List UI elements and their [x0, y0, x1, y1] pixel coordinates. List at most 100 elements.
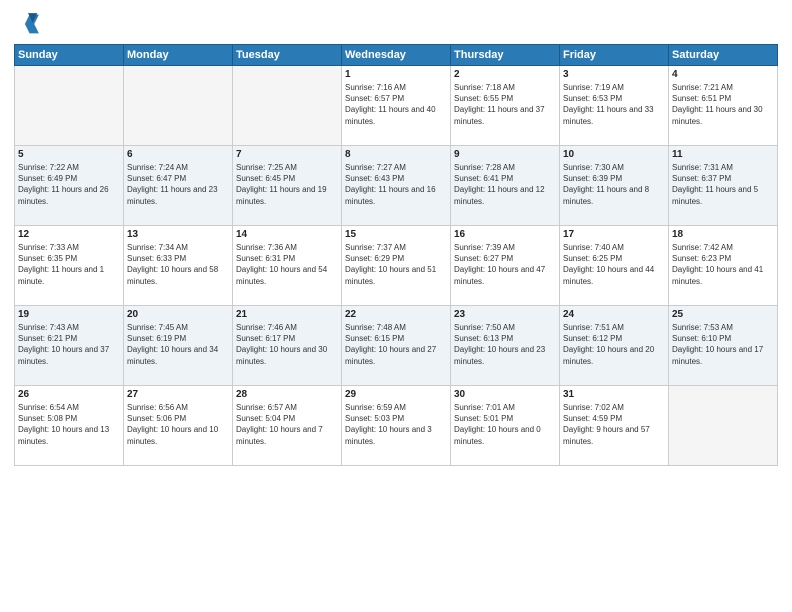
day-info: Sunrise: 7:22 AM Sunset: 6:49 PM Dayligh… — [18, 162, 120, 207]
calendar-cell — [15, 66, 124, 146]
weekday-header-wednesday: Wednesday — [342, 45, 451, 66]
day-info: Sunrise: 7:27 AM Sunset: 6:43 PM Dayligh… — [345, 162, 447, 207]
day-info: Sunrise: 7:28 AM Sunset: 6:41 PM Dayligh… — [454, 162, 556, 207]
calendar-cell: 10 Sunrise: 7:30 AM Sunset: 6:39 PM Dayli… — [560, 146, 669, 226]
day-number: 23 — [454, 309, 556, 320]
day-info: Sunrise: 7:34 AM Sunset: 6:33 PM Dayligh… — [127, 242, 229, 287]
day-number: 18 — [672, 229, 774, 240]
logo-icon — [14, 10, 42, 38]
calendar-cell: 29Sunrise: 6:59 AM Sunset: 5:03 PM Dayli… — [342, 386, 451, 466]
day-number: 29 — [345, 389, 447, 400]
header — [14, 10, 778, 38]
day-info: Sunrise: 7:40 AM Sunset: 6:25 PM Dayligh… — [563, 242, 665, 287]
calendar-cell: 18 Sunrise: 7:42 AM Sunset: 6:23 PM Dayli… — [669, 226, 778, 306]
day-info: Sunrise: 7:37 AM Sunset: 6:29 PM Dayligh… — [345, 242, 447, 287]
calendar-cell: 19 Sunrise: 7:43 AM Sunset: 6:21 PM Dayli… — [15, 306, 124, 386]
calendar-cell: 24 Sunrise: 7:51 AM Sunset: 6:12 PM Dayli… — [560, 306, 669, 386]
calendar-cell: 11 Sunrise: 7:31 AM Sunset: 6:37 PM Dayli… — [669, 146, 778, 226]
weekday-header-tuesday: Tuesday — [233, 45, 342, 66]
calendar-cell: 5 Sunrise: 7:22 AM Sunset: 6:49 PM Daylig… — [15, 146, 124, 226]
calendar-cell: 6Sunrise: 7:24 AM Sunset: 6:47 PM Daylig… — [124, 146, 233, 226]
day-info: Sunrise: 7:16 AM Sunset: 6:57 PM Dayligh… — [345, 82, 447, 127]
day-number: 14 — [236, 229, 338, 240]
calendar-cell: 23 Sunrise: 7:50 AM Sunset: 6:13 PM Dayli… — [451, 306, 560, 386]
day-info: Sunrise: 7:51 AM Sunset: 6:12 PM Dayligh… — [563, 322, 665, 367]
calendar-cell: 1 Sunrise: 7:16 AM Sunset: 6:57 PM Daylig… — [342, 66, 451, 146]
day-number: 12 — [18, 229, 120, 240]
logo — [14, 10, 46, 38]
day-number: 25 — [672, 309, 774, 320]
day-info: Sunrise: 7:48 AM Sunset: 6:15 PM Dayligh… — [345, 322, 447, 367]
calendar-cell: 20 Sunrise: 7:45 AM Sunset: 6:19 PM Dayli… — [124, 306, 233, 386]
day-number: 8 — [345, 149, 447, 160]
day-info: Sunrise: 7:42 AM Sunset: 6:23 PM Dayligh… — [672, 242, 774, 287]
weekday-header-saturday: Saturday — [669, 45, 778, 66]
page: SundayMondayTuesdayWednesdayThursdayFrid… — [0, 0, 792, 612]
day-info: Sunrise: 7:53 AM Sunset: 6:10 PM Dayligh… — [672, 322, 774, 367]
day-number: 21 — [236, 309, 338, 320]
calendar-cell: 31Sunrise: 7:02 AM Sunset: 4:59 PM Dayli… — [560, 386, 669, 466]
day-info: Sunrise: 7:45 AM Sunset: 6:19 PM Dayligh… — [127, 322, 229, 367]
calendar-cell — [233, 66, 342, 146]
week-row-3: 19 Sunrise: 7:43 AM Sunset: 6:21 PM Dayli… — [15, 306, 778, 386]
day-number: 9 — [454, 149, 556, 160]
weekday-header-monday: Monday — [124, 45, 233, 66]
calendar-cell — [669, 386, 778, 466]
day-number: 5 — [18, 149, 120, 160]
calendar-cell: 27Sunrise: 6:56 AM Sunset: 5:06 PM Dayli… — [124, 386, 233, 466]
week-row-0: 1 Sunrise: 7:16 AM Sunset: 6:57 PM Daylig… — [15, 66, 778, 146]
calendar-cell: 13Sunrise: 7:34 AM Sunset: 6:33 PM Dayli… — [124, 226, 233, 306]
calendar-cell: 4 Sunrise: 7:21 AM Sunset: 6:51 PM Daylig… — [669, 66, 778, 146]
calendar-cell: 21 Sunrise: 7:46 AM Sunset: 6:17 PM Dayli… — [233, 306, 342, 386]
day-number: 17 — [563, 229, 665, 240]
calendar-cell: 3Sunrise: 7:19 AM Sunset: 6:53 PM Daylig… — [560, 66, 669, 146]
calendar-cell: 16Sunrise: 7:39 AM Sunset: 6:27 PM Dayli… — [451, 226, 560, 306]
week-row-4: 26 Sunrise: 6:54 AM Sunset: 5:08 PM Dayli… — [15, 386, 778, 466]
day-info: Sunrise: 6:54 AM Sunset: 5:08 PM Dayligh… — [18, 402, 120, 447]
calendar-cell: 17 Sunrise: 7:40 AM Sunset: 6:25 PM Dayli… — [560, 226, 669, 306]
calendar-cell: 2 Sunrise: 7:18 AM Sunset: 6:55 PM Daylig… — [451, 66, 560, 146]
weekday-header-sunday: Sunday — [15, 45, 124, 66]
day-info: Sunrise: 6:57 AM Sunset: 5:04 PM Dayligh… — [236, 402, 338, 447]
day-number: 6 — [127, 149, 229, 160]
weekday-header-friday: Friday — [560, 45, 669, 66]
day-info: Sunrise: 6:56 AM Sunset: 5:06 PM Dayligh… — [127, 402, 229, 447]
day-info: Sunrise: 7:21 AM Sunset: 6:51 PM Dayligh… — [672, 82, 774, 127]
day-number: 24 — [563, 309, 665, 320]
day-number: 2 — [454, 69, 556, 80]
day-number: 19 — [18, 309, 120, 320]
day-info: Sunrise: 7:50 AM Sunset: 6:13 PM Dayligh… — [454, 322, 556, 367]
day-number: 31 — [563, 389, 665, 400]
day-info: Sunrise: 7:18 AM Sunset: 6:55 PM Dayligh… — [454, 82, 556, 127]
day-number: 16 — [454, 229, 556, 240]
day-info: Sunrise: 7:25 AM Sunset: 6:45 PM Dayligh… — [236, 162, 338, 207]
day-number: 26 — [18, 389, 120, 400]
calendar-cell: 25 Sunrise: 7:53 AM Sunset: 6:10 PM Dayli… — [669, 306, 778, 386]
day-number: 10 — [563, 149, 665, 160]
day-number: 7 — [236, 149, 338, 160]
day-number: 30 — [454, 389, 556, 400]
day-number: 11 — [672, 149, 774, 160]
day-info: Sunrise: 7:43 AM Sunset: 6:21 PM Dayligh… — [18, 322, 120, 367]
calendar-cell: 7 Sunrise: 7:25 AM Sunset: 6:45 PM Daylig… — [233, 146, 342, 226]
calendar-cell: 9 Sunrise: 7:28 AM Sunset: 6:41 PM Daylig… — [451, 146, 560, 226]
day-number: 4 — [672, 69, 774, 80]
day-number: 22 — [345, 309, 447, 320]
calendar-cell: 22 Sunrise: 7:48 AM Sunset: 6:15 PM Dayli… — [342, 306, 451, 386]
week-row-1: 5 Sunrise: 7:22 AM Sunset: 6:49 PM Daylig… — [15, 146, 778, 226]
day-number: 20 — [127, 309, 229, 320]
calendar-cell: 15Sunrise: 7:37 AM Sunset: 6:29 PM Dayli… — [342, 226, 451, 306]
calendar-cell: 28 Sunrise: 6:57 AM Sunset: 5:04 PM Dayli… — [233, 386, 342, 466]
day-number: 28 — [236, 389, 338, 400]
calendar-table: SundayMondayTuesdayWednesdayThursdayFrid… — [14, 44, 778, 466]
day-info: Sunrise: 7:46 AM Sunset: 6:17 PM Dayligh… — [236, 322, 338, 367]
calendar-cell: 8 Sunrise: 7:27 AM Sunset: 6:43 PM Daylig… — [342, 146, 451, 226]
day-number: 3 — [563, 69, 665, 80]
weekday-header-thursday: Thursday — [451, 45, 560, 66]
weekday-header-row: SundayMondayTuesdayWednesdayThursdayFrid… — [15, 45, 778, 66]
day-info: Sunrise: 7:01 AM Sunset: 5:01 PM Dayligh… — [454, 402, 556, 447]
day-info: Sunrise: 7:31 AM Sunset: 6:37 PM Dayligh… — [672, 162, 774, 207]
day-info: Sunrise: 7:30 AM Sunset: 6:39 PM Dayligh… — [563, 162, 665, 207]
calendar-cell: 26 Sunrise: 6:54 AM Sunset: 5:08 PM Dayli… — [15, 386, 124, 466]
day-number: 1 — [345, 69, 447, 80]
